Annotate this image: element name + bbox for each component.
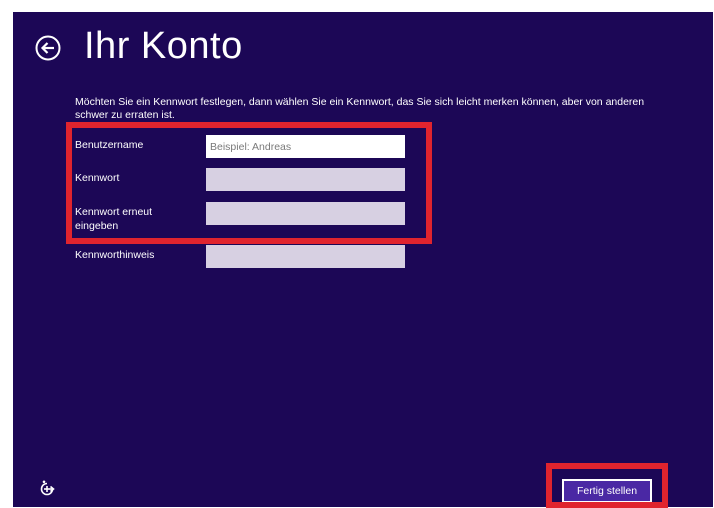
setup-screen: Ihr Konto Möchten Sie ein Kennwort festl…: [13, 12, 713, 508]
hint-row: Kennworthinweis: [75, 245, 405, 269]
back-arrow-icon[interactable]: [35, 35, 61, 61]
button-highlight-frame: [546, 463, 668, 508]
ease-of-access-icon[interactable]: [38, 480, 56, 498]
password-hint-field[interactable]: [206, 245, 405, 268]
form-highlight-frame: [66, 122, 432, 244]
hint-label: Kennworthinweis: [75, 249, 155, 261]
intro-text: Möchten Sie ein Kennwort festlegen, dann…: [75, 96, 645, 121]
page-title: Ihr Konto: [84, 25, 243, 67]
